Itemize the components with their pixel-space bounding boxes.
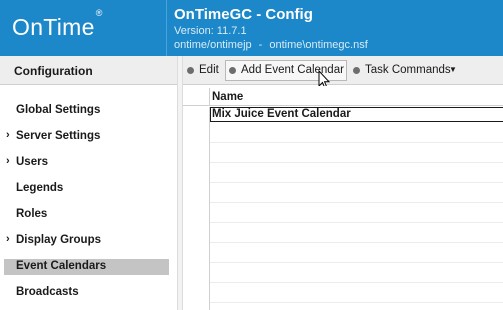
toolbar: Edit Add Event Calendar Task Commands ▼ bbox=[183, 56, 503, 85]
empty-row bbox=[210, 283, 503, 303]
server-name: ontime/ontimejp bbox=[174, 39, 252, 51]
sidebar-item-label: Event Calendars bbox=[16, 260, 107, 272]
name-column-header[interactable]: Name bbox=[209, 88, 503, 106]
sidebar-item-users[interactable]: › Users bbox=[4, 155, 169, 171]
empty-row bbox=[210, 143, 503, 163]
app-header: OnTime® OnTimeGC - Config Version: 11.7.… bbox=[0, 0, 503, 56]
header-divider bbox=[166, 0, 167, 56]
empty-row bbox=[210, 163, 503, 183]
app-version: Version: 11.7.1 bbox=[174, 25, 247, 37]
bullet-icon bbox=[353, 67, 360, 74]
grid-header: Name bbox=[183, 88, 503, 106]
sidebar-item-broadcasts[interactable]: Broadcasts bbox=[4, 285, 169, 301]
empty-row bbox=[210, 183, 503, 203]
chevron-right-icon[interactable]: › bbox=[6, 155, 10, 167]
empty-row bbox=[210, 243, 503, 263]
name-column-label: Name bbox=[212, 91, 244, 103]
empty-row bbox=[210, 223, 503, 243]
configuration-title: Configuration bbox=[14, 64, 93, 78]
app-path: ontime/ontimejp - ontime\ontimegc.nsf bbox=[174, 39, 368, 51]
edit-button-label: Edit bbox=[199, 64, 219, 76]
sidebar-item-global-settings[interactable]: Global Settings bbox=[4, 103, 169, 119]
sidebar-item-label: Display Groups bbox=[16, 234, 101, 246]
chevron-right-icon[interactable]: › bbox=[6, 129, 10, 141]
ontime-logo: OnTime® bbox=[12, 8, 103, 41]
table-row[interactable]: Mix Juice Event Calendar bbox=[210, 107, 503, 122]
database-path: ontime\ontimegc.nsf bbox=[269, 39, 368, 51]
task-commands-menu[interactable]: Task Commands ▼ bbox=[349, 60, 459, 81]
calendar-name: Mix Juice Event Calendar bbox=[212, 108, 351, 120]
sidebar-item-label: Server Settings bbox=[16, 130, 101, 142]
empty-row bbox=[210, 263, 503, 283]
path-separator: - bbox=[258, 39, 263, 51]
registered-mark: ® bbox=[95, 8, 103, 19]
empty-row bbox=[210, 123, 503, 143]
event-calendar-grid: Name Mix Juice Event Calendar bbox=[183, 86, 503, 310]
bullet-icon bbox=[229, 67, 236, 74]
logo-text: OnTime bbox=[12, 14, 95, 40]
sidebar-item-label: Broadcasts bbox=[16, 286, 79, 298]
sidebar-item-legends[interactable]: Legends bbox=[4, 181, 169, 197]
sidebar-item-event-calendars[interactable]: Event Calendars bbox=[4, 259, 169, 275]
configuration-header: Configuration bbox=[0, 56, 177, 85]
caret-down-icon: ▼ bbox=[449, 65, 457, 74]
sidebar-item-label: Roles bbox=[16, 208, 48, 220]
grid-body: Mix Juice Event Calendar bbox=[209, 107, 503, 310]
sidebar-item-label: Global Settings bbox=[16, 104, 101, 116]
sidebar-item-label: Users bbox=[16, 156, 48, 168]
edit-button[interactable]: Edit bbox=[183, 60, 223, 81]
chevron-right-icon[interactable]: › bbox=[6, 233, 10, 245]
task-commands-label: Task Commands bbox=[365, 64, 451, 76]
sidebar-item-display-groups[interactable]: › Display Groups bbox=[4, 233, 169, 249]
app-title: OnTimeGC - Config bbox=[174, 6, 313, 23]
bullet-icon bbox=[187, 67, 194, 74]
sidebar-item-roles[interactable]: Roles bbox=[4, 207, 169, 223]
empty-row bbox=[210, 203, 503, 223]
sidebar-item-label: Legends bbox=[16, 182, 64, 194]
sidebar: Global Settings › Server Settings › User… bbox=[0, 86, 177, 310]
sidebar-item-server-settings[interactable]: › Server Settings bbox=[4, 129, 169, 145]
